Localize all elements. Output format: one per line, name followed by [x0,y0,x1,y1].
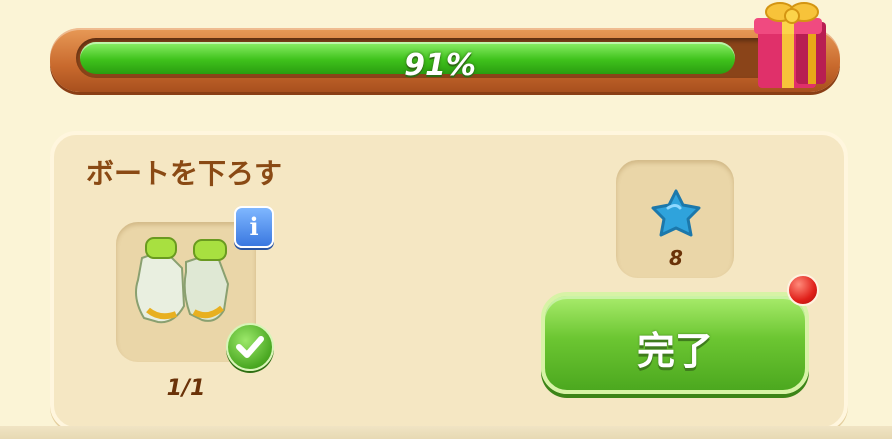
quest-title: ボートを下ろす [86,157,283,190]
info-icon[interactable]: i [234,206,274,248]
gift-icon[interactable] [752,0,834,92]
complete-button[interactable]: 完了 [541,292,809,394]
progress-label: 91% [404,48,476,83]
item-count: 1/1 [166,376,206,401]
reward-amount: 8 [669,246,683,270]
star-icon [651,189,701,237]
check-icon [226,323,274,371]
bottom-strip [0,426,892,439]
progress-bar: 91% [50,28,840,92]
complete-button-label: 完了 [636,329,713,373]
progress-track: 91% [76,38,804,83]
notification-dot [787,274,819,306]
gloves-icon [135,237,230,324]
